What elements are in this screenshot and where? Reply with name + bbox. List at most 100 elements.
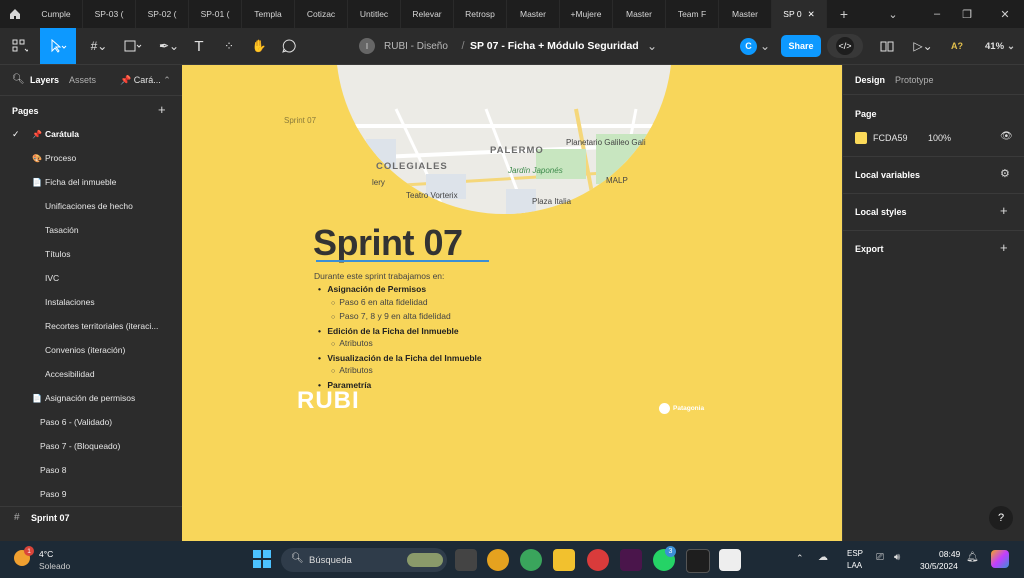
text-tool-icon[interactable]: T — [188, 28, 210, 64]
notification-bell-icon[interactable]: 🔔︎ — [966, 552, 979, 563]
tab-assets[interactable]: Assets — [69, 75, 96, 85]
add-export-button[interactable]: + — [1000, 240, 1008, 255]
add-page-button[interactable]: + — [158, 102, 166, 117]
browser-tab[interactable]: Master — [507, 0, 560, 28]
browser-tab[interactable]: +Mujere — [560, 0, 613, 28]
snipping-tool-icon[interactable] — [719, 549, 741, 571]
team-avatar[interactable]: I — [358, 28, 376, 64]
browser-tab[interactable]: Team F — [666, 0, 719, 28]
components-icon[interactable]: ⁘ — [218, 28, 240, 64]
display-icon[interactable]: ⎚ — [876, 552, 884, 563]
help-button[interactable]: ? — [989, 506, 1013, 530]
chevron-up-icon[interactable]: ⌃ — [796, 553, 804, 564]
browser-tab[interactable]: Retrosp — [454, 0, 507, 28]
page-item[interactable]: Títulos — [0, 244, 182, 264]
search-icon[interactable]: 🔍︎ — [12, 74, 25, 85]
copilot-icon[interactable] — [991, 550, 1009, 568]
shape-tool-icon[interactable] — [118, 28, 148, 64]
design-canvas[interactable]: Sprint 07 PALERMO COLEGIALES Jardín Japo… — [182, 65, 842, 541]
main-menu-icon[interactable] — [4, 28, 36, 64]
page-item[interactable]: Instalaciones — [0, 292, 182, 312]
share-button[interactable]: Share — [781, 35, 821, 57]
breadcrumb-team[interactable]: RUBI - Diseño — [384, 28, 460, 64]
lang-label-2[interactable]: LAA — [847, 561, 862, 570]
browser-tab[interactable]: Cotizac — [295, 0, 348, 28]
browser-tab[interactable]: SP-01 ( — [189, 0, 242, 28]
task-view-icon[interactable] — [455, 549, 477, 571]
page-item[interactable]: Recortes territoriales (iteraci... — [0, 316, 182, 336]
move-tool-icon[interactable] — [40, 28, 76, 64]
page-item[interactable]: Paso 9 — [0, 484, 182, 504]
frame-name-label[interactable]: Sprint 07 — [284, 116, 316, 125]
new-tab-button[interactable]: + — [829, 0, 859, 28]
page-item[interactable]: 📄 Asignación de permisos — [0, 388, 182, 408]
page-item[interactable]: IVC — [0, 268, 182, 288]
chrome-dev-icon[interactable] — [587, 549, 609, 571]
pen-tool-icon[interactable]: ✒⌄ — [154, 28, 184, 64]
hand-tool-icon[interactable]: ✋ — [248, 28, 270, 64]
chevron-down-icon[interactable]: ⌄ — [645, 28, 659, 64]
tab-layers[interactable]: Layers — [30, 75, 59, 85]
home-icon[interactable] — [0, 0, 30, 28]
browser-tab[interactable]: Master — [719, 0, 772, 28]
file-name[interactable]: SP 07 - Ficha + Módulo Seguridad — [470, 28, 650, 64]
page-color-swatch[interactable] — [855, 132, 867, 144]
browser-tab[interactable]: Templa — [242, 0, 295, 28]
local-variables-label[interactable]: Local variables — [855, 170, 920, 180]
browser-tab[interactable]: SP 0 ✕ — [772, 0, 827, 28]
taskbar-search[interactable]: 🔍︎ Búsqueda — [281, 548, 447, 572]
cloud-icon[interactable]: ☁︎ — [818, 552, 828, 563]
chrome-icon[interactable] — [487, 549, 509, 571]
close-window-button[interactable]: ✕ — [990, 0, 1020, 28]
zoom-level[interactable]: 41% ⌄ — [980, 28, 1020, 64]
lang-label-1[interactable]: ESP — [847, 549, 863, 558]
layer-frame-sprint07[interactable]: Sprint 07 — [31, 513, 70, 523]
page-item[interactable]: Convenios (iteración) — [0, 340, 182, 360]
weather-temp[interactable]: 4°C — [39, 549, 53, 559]
eye-icon[interactable]: 👁︎ — [1000, 131, 1013, 142]
file-explorer-icon[interactable] — [553, 549, 575, 571]
minimize-button[interactable]: – — [922, 0, 952, 28]
page-item[interactable]: Paso 6 - (Validado) — [0, 412, 182, 432]
bullet-list: • Asignación de Permisos ○ Paso 6 en alta… — [318, 283, 618, 391]
page-item[interactable]: 🎨 Proceso — [0, 148, 182, 168]
page-item[interactable]: Accesibilidad — [0, 364, 182, 384]
weather-text[interactable]: Soleado — [39, 561, 70, 571]
browser-tab[interactable]: SP-03 ( — [83, 0, 136, 28]
browser-tab[interactable]: SP-02 ( — [136, 0, 189, 28]
frame-tool-icon[interactable]: #⌄ — [84, 28, 114, 64]
present-play-icon[interactable]: ▷⌄ — [910, 28, 936, 64]
chevron-down-icon[interactable]: ⌄ — [878, 0, 908, 28]
search-icon: 🔍︎ — [291, 553, 304, 564]
maximize-button[interactable]: ❐ — [952, 0, 982, 28]
page-opacity[interactable]: 100% — [928, 133, 951, 143]
slack-icon[interactable] — [620, 549, 642, 571]
variables-settings-icon[interactable]: ⚙︎ — [1000, 167, 1010, 180]
page-color-hex[interactable]: FCDA59 — [873, 133, 908, 143]
browser-tab[interactable]: Master — [613, 0, 666, 28]
chrome-profile-icon[interactable] — [520, 549, 542, 571]
add-style-button[interactable]: + — [1000, 203, 1008, 218]
user-avatar-menu[interactable]: C ⌄ — [738, 28, 772, 64]
browser-tab[interactable]: Cumple — [30, 0, 83, 28]
close-tab-icon[interactable]: ✕ — [808, 9, 815, 20]
browser-tab-label: SP-02 ( — [147, 9, 177, 19]
browser-tab[interactable]: Untitlec — [348, 0, 401, 28]
comment-tool-icon[interactable] — [278, 28, 300, 64]
page-item[interactable]: Tasación — [0, 220, 182, 240]
library-book-icon[interactable] — [877, 28, 897, 64]
windows-start-icon[interactable] — [253, 550, 271, 568]
page-item[interactable]: Paso 8 — [0, 460, 182, 480]
browser-tab[interactable]: Relevar — [401, 0, 454, 28]
page-selector[interactable]: 📌 Cará... ⌃ — [120, 75, 171, 86]
page-item[interactable]: Unificaciones de hecho — [0, 196, 182, 216]
clock-time[interactable]: 08:49 — [939, 549, 960, 559]
clock-date[interactable]: 30/5/2024 — [920, 561, 958, 571]
dev-mode-toggle[interactable]: </> — [827, 34, 863, 58]
page-item[interactable]: 📄 Ficha del inmueble — [0, 172, 182, 192]
ai-badge[interactable]: A? — [947, 28, 967, 64]
page-item[interactable]: Paso 7 - (Bloqueado) — [0, 436, 182, 456]
volume-icon[interactable]: 🔊︎ — [894, 552, 900, 563]
figma-icon[interactable] — [686, 549, 710, 573]
page-item[interactable]: ✓ 📌 Carátula — [0, 124, 182, 144]
